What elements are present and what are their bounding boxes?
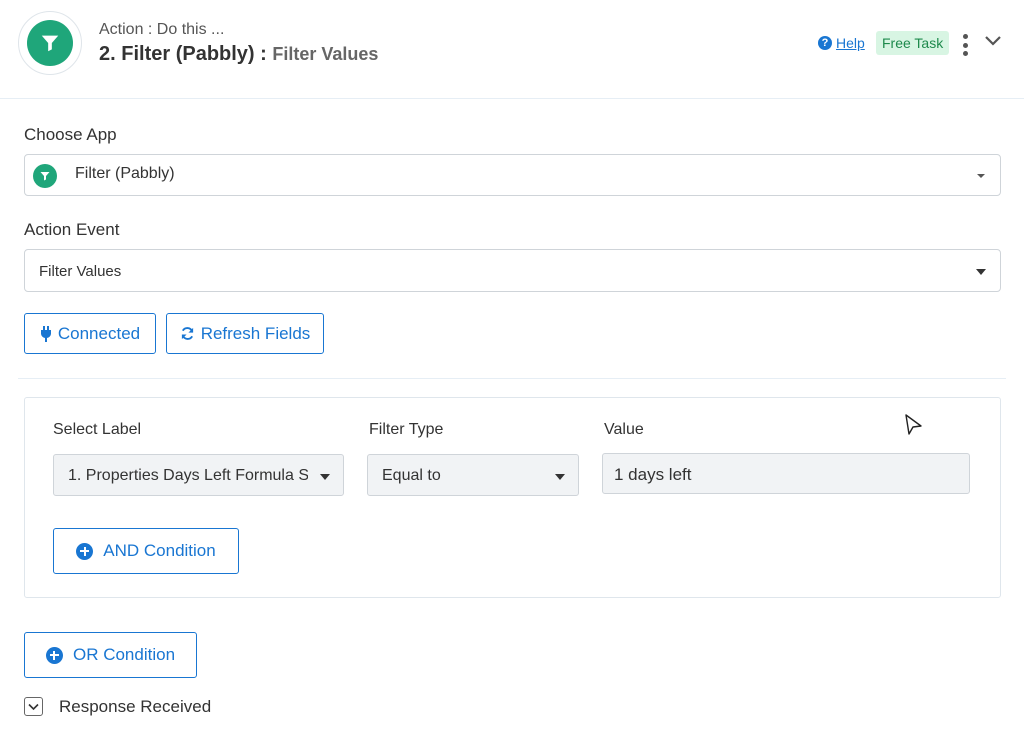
and-condition-button[interactable]: AND Condition — [53, 528, 239, 574]
more-options-icon[interactable] — [958, 34, 972, 56]
caret-down-icon — [977, 174, 985, 178]
value-input-text: 1 days left — [614, 465, 692, 484]
action-event-label: Action Event — [24, 220, 120, 239]
plus-circle-icon — [45, 646, 63, 664]
step-kicker: Action : Do this ... — [99, 21, 225, 38]
section-divider — [18, 378, 1006, 379]
action-event-value: Filter Values — [39, 263, 122, 280]
select-label-value: 1. Properties Days Left Formula S — [68, 467, 308, 484]
select-label-dropdown[interactable]: 1. Properties Days Left Formula S — [53, 454, 344, 496]
connected-button[interactable]: Connected — [24, 313, 156, 354]
app-logo — [18, 11, 82, 75]
value-input[interactable]: 1 days left — [602, 453, 970, 494]
select-label-header: Select Label — [53, 421, 142, 438]
refresh-fields-button[interactable]: Refresh Fields — [166, 313, 324, 354]
free-task-badge: Free Task — [876, 31, 950, 55]
plug-icon — [40, 325, 51, 342]
help-label: Help — [836, 35, 865, 51]
refresh-label: Refresh Fields — [200, 323, 311, 343]
caret-down-icon — [320, 474, 330, 480]
plus-circle-icon — [76, 542, 94, 560]
caret-down-icon — [976, 269, 986, 275]
help-link[interactable]: ? Help — [818, 35, 865, 51]
connected-label: Connected — [57, 323, 141, 343]
response-toggle[interactable] — [24, 697, 43, 716]
chevron-down-icon — [28, 703, 39, 710]
refresh-icon — [181, 327, 193, 340]
choose-app-label: Choose App — [24, 125, 117, 144]
step-subtitle: Filter Values — [272, 44, 379, 64]
chevron-down-icon[interactable] — [983, 33, 1003, 49]
filter-funnel-icon — [27, 20, 73, 66]
step-title-text: 2. Filter (Pabbly) : — [99, 43, 267, 65]
mouse-cursor-icon — [905, 414, 922, 435]
value-header: Value — [604, 421, 644, 438]
caret-down-icon — [555, 474, 565, 480]
response-received-label: Response Received — [59, 697, 212, 716]
step-header[interactable]: Action : Do this ... 2. Filter (Pabbly) … — [0, 0, 1024, 99]
or-condition-label: OR Condition — [72, 645, 176, 664]
question-circle-icon: ? — [818, 36, 832, 50]
or-condition-button[interactable]: OR Condition — [24, 632, 197, 678]
action-event-select[interactable]: Filter Values — [24, 249, 1001, 292]
choose-app-value: Filter (Pabbly) — [75, 165, 175, 182]
filter-funnel-icon — [33, 164, 57, 188]
filter-type-dropdown[interactable]: Equal to — [367, 454, 579, 496]
filter-type-value: Equal to — [382, 467, 441, 484]
and-condition-label: AND Condition — [103, 541, 216, 560]
choose-app-select[interactable]: Filter (Pabbly) — [24, 154, 1001, 196]
step-title: 2. Filter (Pabbly) : Filter Values — [99, 43, 378, 66]
filter-type-header: Filter Type — [369, 421, 444, 438]
